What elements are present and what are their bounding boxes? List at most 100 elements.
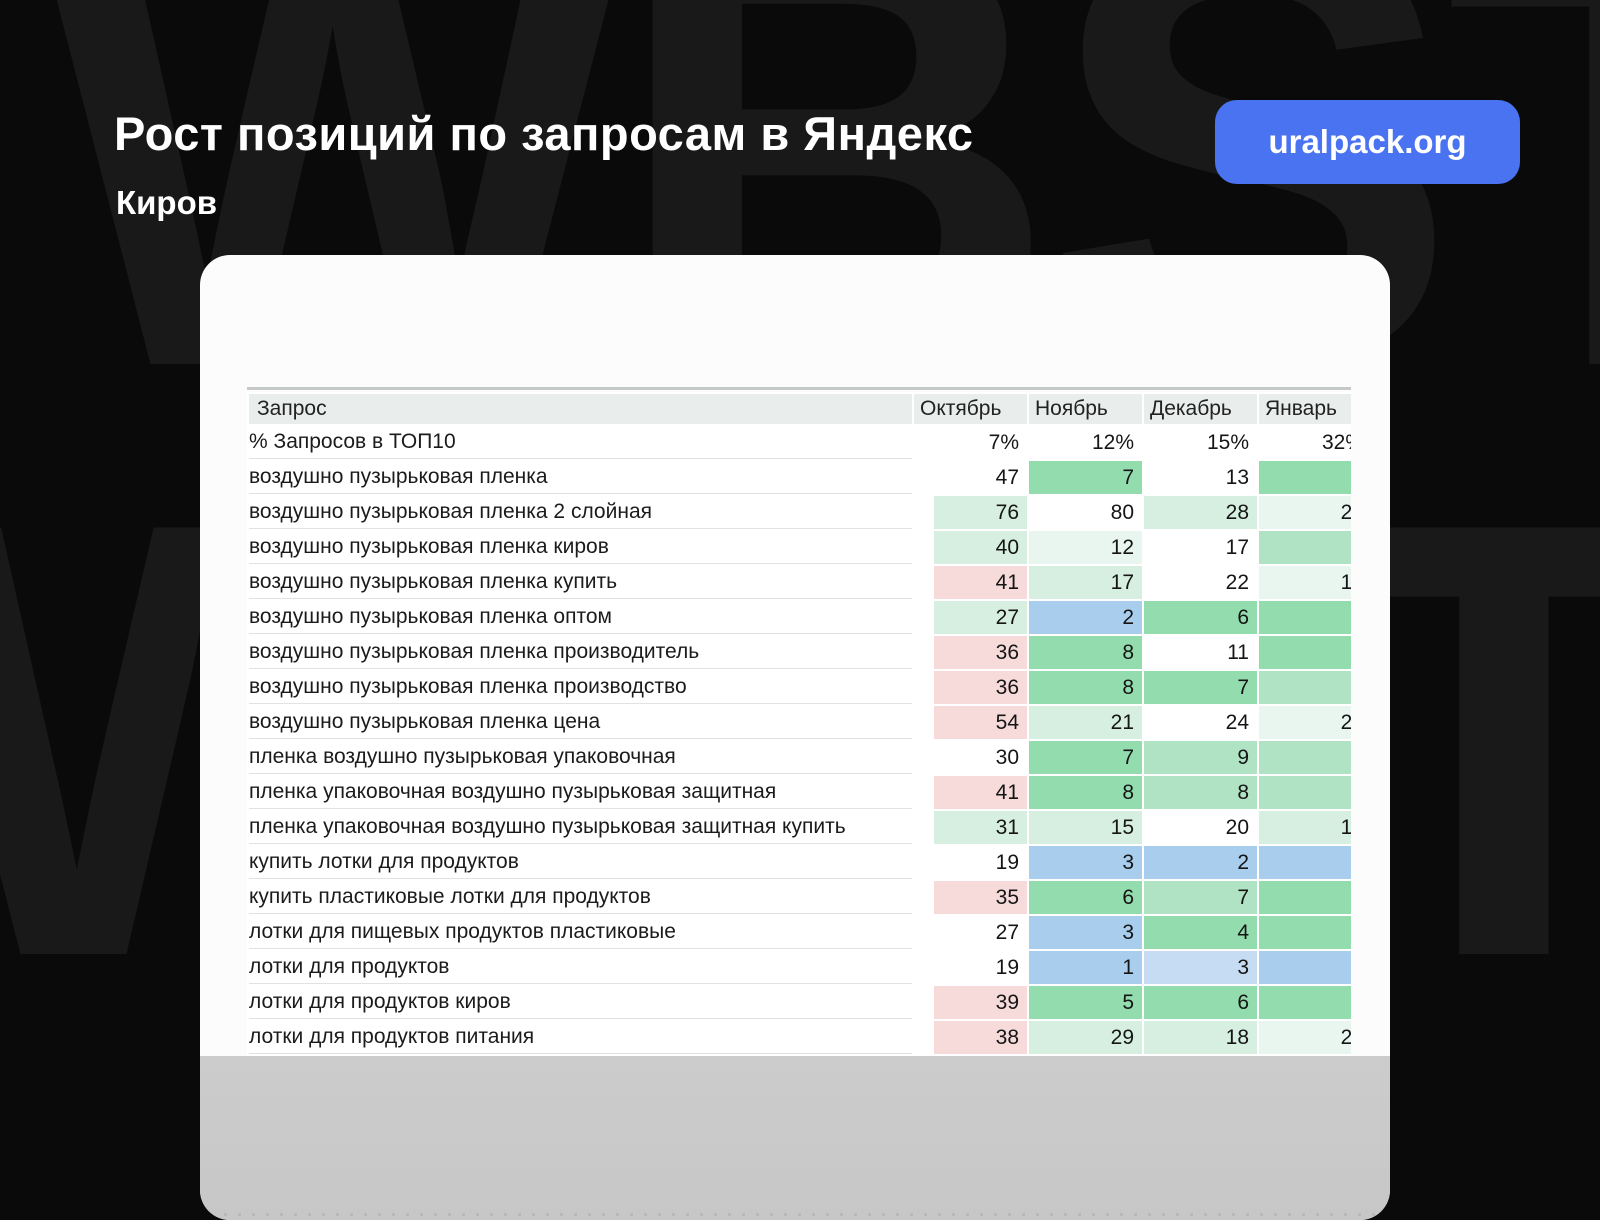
column-header: Ноябрь xyxy=(1029,394,1142,424)
table-row: % Запросов в ТОП107%12%15%32% xyxy=(249,426,1351,459)
query-cell: воздушно пузырьковая пленка цена xyxy=(249,706,912,739)
column-header: Октябрь xyxy=(914,394,1027,424)
value-cell: 21 xyxy=(1259,1021,1351,1054)
table-row: купить пластиковые лотки для продуктов35… xyxy=(249,881,1351,914)
table-row: лотки для пищевых продуктов пластиковые2… xyxy=(249,916,1351,949)
value-cell: 7% xyxy=(914,426,1027,459)
value-cell: 3 xyxy=(1029,916,1142,949)
value-cell: 18 xyxy=(1144,1021,1257,1054)
value-cell: 6 xyxy=(1029,881,1142,914)
value-cell: 41 xyxy=(914,776,1027,809)
value-cell: 11 xyxy=(1144,636,1257,669)
site-badge[interactable]: uralpack.org xyxy=(1215,100,1520,184)
table-row: воздушно пузырьковая пленка производство… xyxy=(249,671,1351,704)
table-row: лотки для продуктов киров39566 xyxy=(249,986,1351,1019)
column-header: Январь xyxy=(1259,394,1351,424)
query-cell: % Запросов в ТОП10 xyxy=(249,426,912,459)
value-cell: 35 xyxy=(914,881,1027,914)
value-cell: 7 xyxy=(1029,461,1142,494)
value-cell: 4 xyxy=(1259,881,1351,914)
query-cell: пленка упаковочная воздушно пузырьковая … xyxy=(249,811,912,844)
query-cell: воздушно пузырьковая пленка 2 слойная xyxy=(249,496,912,529)
table-body: % Запросов в ТОП107%12%15%32%воздушно пу… xyxy=(249,426,1351,1056)
value-cell: 15% xyxy=(1144,426,1257,459)
value-cell: 30 xyxy=(914,741,1027,774)
table-row: пленка упаковочная воздушно пузырьковая … xyxy=(249,811,1351,844)
positions-table-container: ЗапросОктябрьНоябрьДекабрьЯнварь % Запро… xyxy=(247,392,1351,1056)
value-cell: 9 xyxy=(1144,741,1257,774)
value-cell: 13 xyxy=(1144,461,1257,494)
value-cell: 54 xyxy=(914,706,1027,739)
table-row: воздушно пузырьковая пленка цена54212421 xyxy=(249,706,1351,739)
value-cell: 80 xyxy=(1029,496,1142,529)
positions-table: ЗапросОктябрьНоябрьДекабрьЯнварь % Запро… xyxy=(247,392,1351,1056)
query-cell: воздушно пузырьковая пленка оптом xyxy=(249,601,912,634)
value-cell: 41 xyxy=(914,566,1027,599)
table-row: воздушно пузырьковая пленка 2 слойная768… xyxy=(249,496,1351,529)
value-cell: 40 xyxy=(914,531,1027,564)
value-cell: 36 xyxy=(914,636,1027,669)
value-cell: 39 xyxy=(914,986,1027,1019)
query-cell: лотки для пищевых продуктов пластиковые xyxy=(249,916,912,949)
value-cell: 19 xyxy=(914,846,1027,879)
sheet-top-border xyxy=(247,387,1351,390)
table-row: лотки для продуктов19133 xyxy=(249,951,1351,984)
table-row: купить лотки для продуктов19322 xyxy=(249,846,1351,879)
table-row: пленка упаковочная воздушно пузырьковая … xyxy=(249,776,1351,809)
query-cell: купить лотки для продуктов xyxy=(249,846,912,879)
value-cell: 27 xyxy=(914,601,1027,634)
value-cell: 4 xyxy=(1144,916,1257,949)
value-cell: 17 xyxy=(1029,566,1142,599)
value-cell: 9 xyxy=(1259,531,1351,564)
value-cell: 6 xyxy=(1259,601,1351,634)
value-cell: 31 xyxy=(914,811,1027,844)
value-cell: 2 xyxy=(1259,846,1351,879)
value-cell: 20 xyxy=(1144,811,1257,844)
page-title: Рост позиций по запросам в Яндекс xyxy=(114,106,974,161)
table-row: лотки для продуктов питания38291821 xyxy=(249,1021,1351,1054)
value-cell: 3 xyxy=(1029,846,1142,879)
value-cell: 76 xyxy=(914,496,1027,529)
value-cell: 3 xyxy=(1259,951,1351,984)
value-cell: 29 xyxy=(1029,1021,1142,1054)
query-cell: пленка воздушно пузырьковая упаковочная xyxy=(249,741,912,774)
value-cell: 32% xyxy=(1259,426,1351,459)
value-cell: 7 xyxy=(1144,881,1257,914)
value-cell: 21 xyxy=(1259,706,1351,739)
value-cell: 22 xyxy=(1144,566,1257,599)
value-cell: 6 xyxy=(1144,986,1257,1019)
value-cell: 8 xyxy=(1029,776,1142,809)
table-row: воздушно пузырьковая пленка купить411722… xyxy=(249,566,1351,599)
value-cell: 7 xyxy=(1144,671,1257,704)
value-cell: 12% xyxy=(1029,426,1142,459)
value-cell: 12 xyxy=(1029,531,1142,564)
value-cell: 15 xyxy=(1029,811,1142,844)
value-cell: 19 xyxy=(914,951,1027,984)
value-cell: 47 xyxy=(914,461,1027,494)
query-cell: воздушно пузырьковая пленка производство xyxy=(249,671,912,704)
card-footer-area xyxy=(200,1056,1390,1220)
value-cell: 15 xyxy=(1259,566,1351,599)
value-cell: 21 xyxy=(1029,706,1142,739)
value-cell: 7 xyxy=(1259,776,1351,809)
table-row: воздушно пузырьковая пленка оптом27266 xyxy=(249,601,1351,634)
value-cell: 12 xyxy=(1259,811,1351,844)
value-cell: 27 xyxy=(914,916,1027,949)
value-cell: 23 xyxy=(1259,496,1351,529)
query-cell: воздушно пузырьковая пленка купить xyxy=(249,566,912,599)
value-cell: 38 xyxy=(914,1021,1027,1054)
column-header: Декабрь xyxy=(1144,394,1257,424)
value-cell: 9 xyxy=(1259,671,1351,704)
value-cell: 28 xyxy=(1144,496,1257,529)
value-cell: 8 xyxy=(1259,636,1351,669)
table-row: воздушно пузырьковая пленка киров4012179 xyxy=(249,531,1351,564)
value-cell: 8 xyxy=(1029,671,1142,704)
value-cell: 2 xyxy=(1144,846,1257,879)
table-header-row: ЗапросОктябрьНоябрьДекабрьЯнварь xyxy=(249,394,1351,424)
table-row: воздушно пузырьковая пленка477137 xyxy=(249,461,1351,494)
value-cell: 5 xyxy=(1029,986,1142,1019)
table-card: ЗапросОктябрьНоябрьДекабрьЯнварь % Запро… xyxy=(200,255,1390,1220)
value-cell: 24 xyxy=(1144,706,1257,739)
value-cell: 36 xyxy=(914,671,1027,704)
query-cell: купить пластиковые лотки для продуктов xyxy=(249,881,912,914)
